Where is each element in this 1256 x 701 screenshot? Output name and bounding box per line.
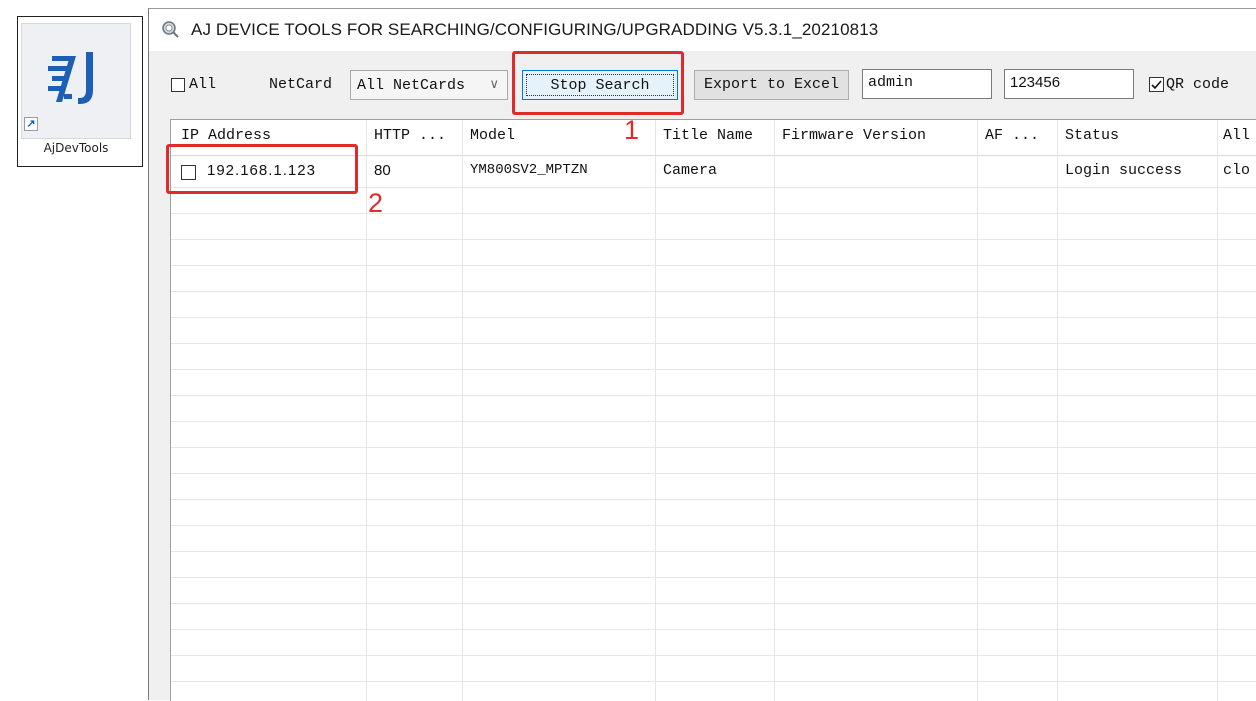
column-header-status[interactable]: Status xyxy=(1065,127,1119,144)
column-header-firmware-version[interactable]: Firmware Version xyxy=(782,127,926,144)
column-header-title-name[interactable]: Title Name xyxy=(663,127,753,144)
magnifier-app-icon xyxy=(162,21,179,38)
annotation-box-stop-search xyxy=(512,51,684,115)
annotation-number-1: 1 xyxy=(624,115,640,145)
row-title-name: Camera xyxy=(663,162,718,179)
toolbar: All NetCard All NetCards ∨ Stop Search E… xyxy=(149,51,1256,115)
row-model: YM800SV2_MPTZN xyxy=(470,162,588,178)
shortcut-arrow-icon: ↗ xyxy=(24,117,38,131)
select-all-checkbox[interactable] xyxy=(171,78,185,92)
column-header-af[interactable]: AF ... xyxy=(985,127,1039,144)
shortcut-label[interactable]: AjDevTools xyxy=(20,141,132,155)
password-input[interactable]: 123456 xyxy=(1004,69,1134,99)
netcard-select[interactable]: All NetCards ∨ xyxy=(350,70,508,100)
aj-logo-icon xyxy=(48,52,93,104)
column-header-http[interactable]: HTTP ... xyxy=(374,127,446,144)
netcard-label: NetCard xyxy=(269,76,333,93)
app-window: AJ DEVICE TOOLS FOR SEARCHING/CONFIGURIN… xyxy=(148,8,1256,701)
device-table: IP Address HTTP ... Model Title Name Fir… xyxy=(170,119,1256,701)
row-http-port: 80 xyxy=(374,162,391,179)
column-header-model[interactable]: Model xyxy=(470,127,515,144)
select-all-label: All xyxy=(189,76,217,93)
row-status: Login success xyxy=(1065,162,1183,179)
annotation-number-2: 2 xyxy=(368,188,384,218)
title-bar[interactable]: AJ DEVICE TOOLS FOR SEARCHING/CONFIGURIN… xyxy=(149,9,1256,51)
annotation-box-ip-address xyxy=(166,144,358,194)
column-header-all[interactable]: All xyxy=(1223,127,1250,144)
window-title: AJ DEVICE TOOLS FOR SEARCHING/CONFIGURIN… xyxy=(191,20,879,39)
netcard-select-value: All NetCards xyxy=(357,77,466,94)
column-header-ip-address[interactable]: IP Address xyxy=(181,127,271,144)
checkmark-icon xyxy=(1151,80,1162,90)
username-input[interactable]: admin xyxy=(862,69,992,99)
row-all: clo xyxy=(1223,162,1251,179)
qr-code-checkbox[interactable] xyxy=(1149,77,1164,92)
qr-code-label: QR code xyxy=(1166,76,1230,93)
export-to-excel-button[interactable]: Export to Excel xyxy=(694,70,849,100)
chevron-down-icon: ∨ xyxy=(489,76,499,91)
